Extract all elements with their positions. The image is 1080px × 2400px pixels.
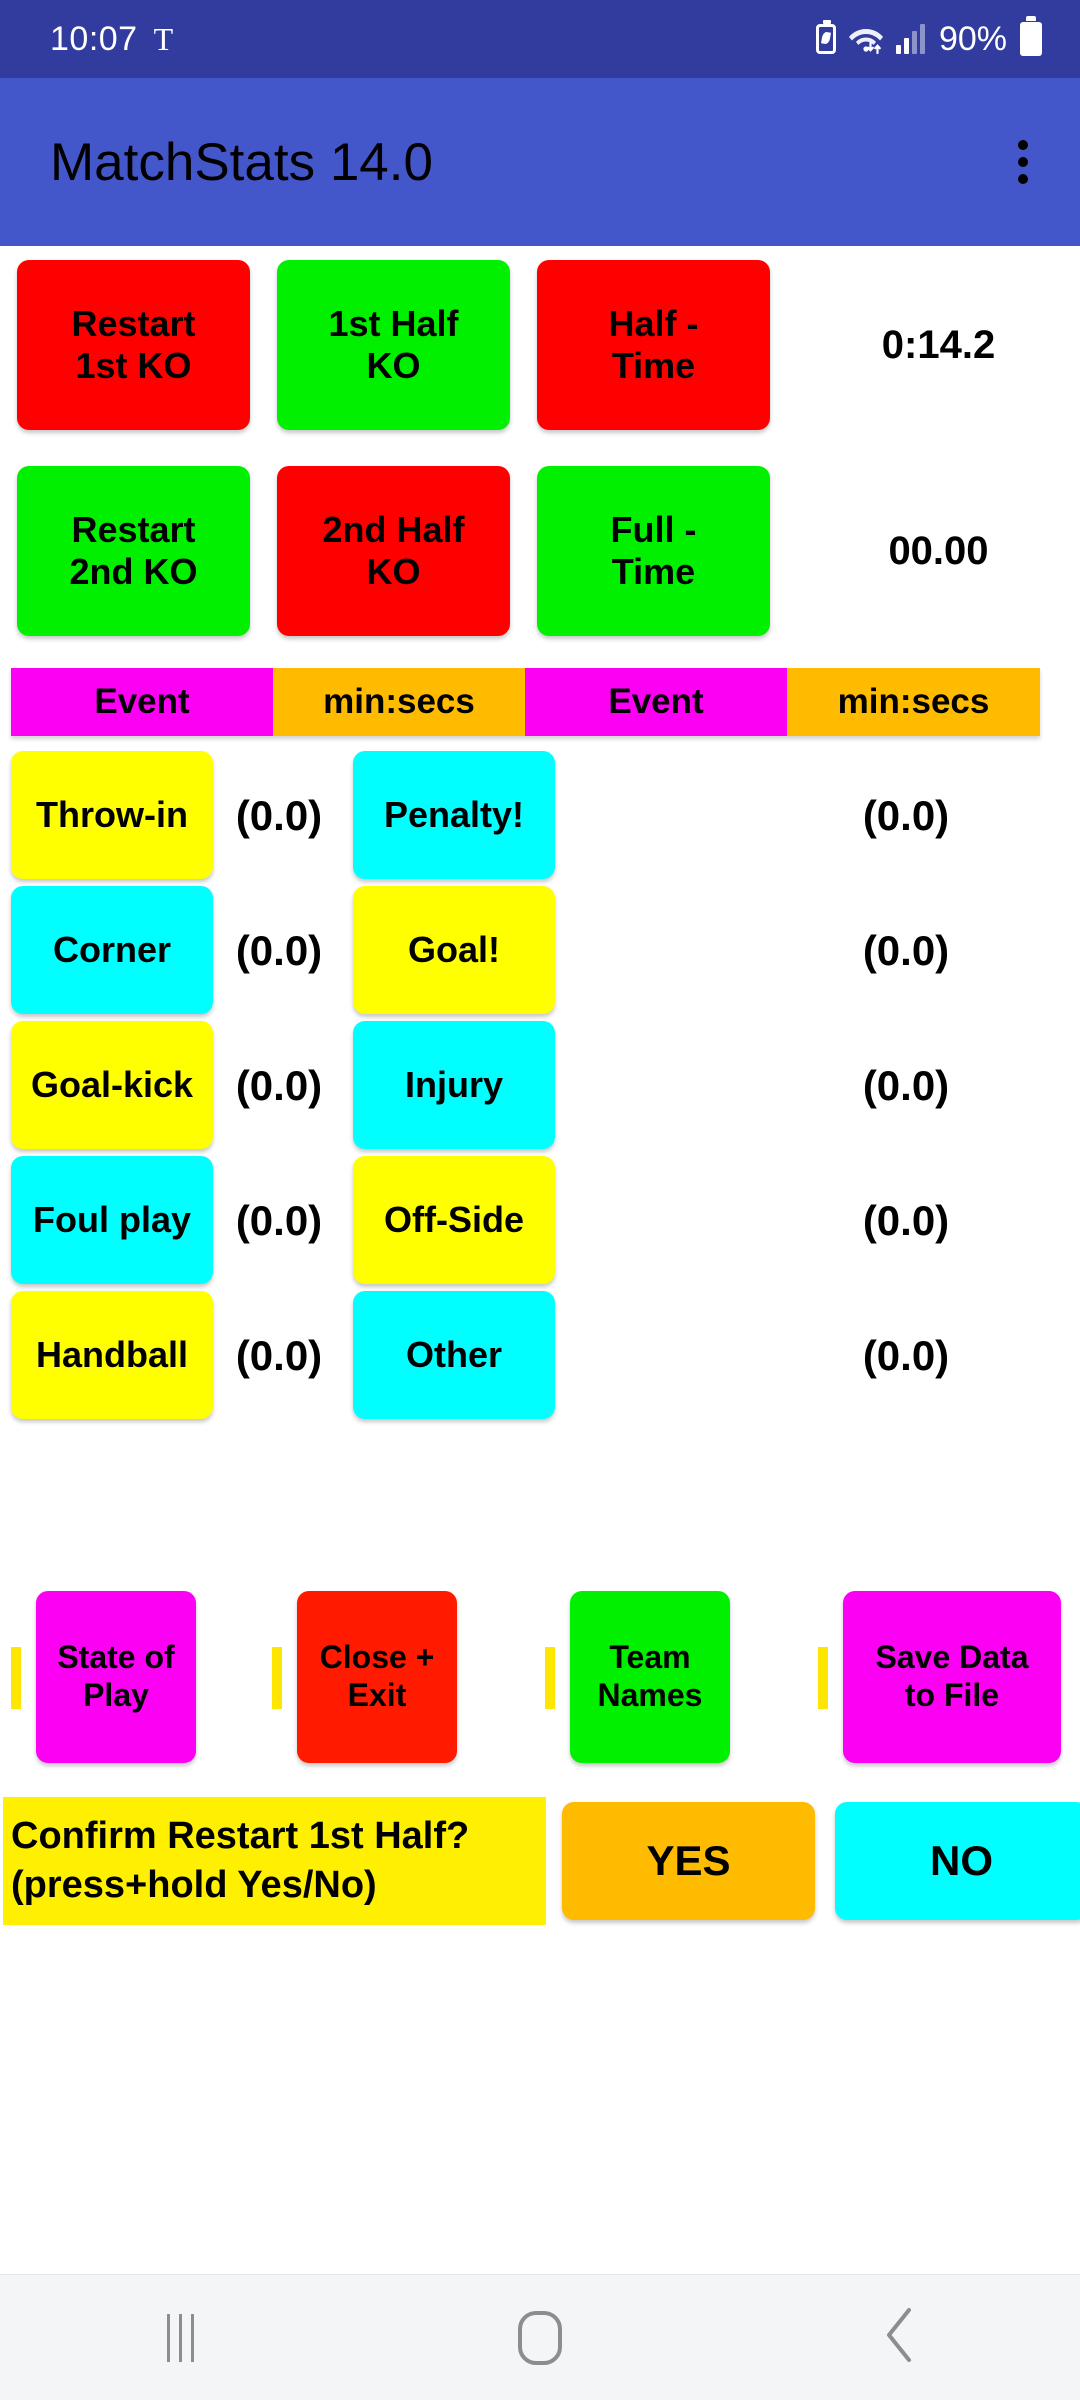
- team-names-label: Team Names: [597, 1639, 703, 1713]
- column-header-event-right: Event: [525, 668, 787, 736]
- event-label: Throw-in: [36, 793, 188, 835]
- confirm-message-line-1: Confirm Restart 1st Half?: [11, 1815, 470, 1858]
- overflow-menu-icon[interactable]: [1008, 130, 1038, 194]
- event-time-penalty: (0.0): [862, 791, 950, 839]
- state-of-play-button[interactable]: State of Play: [36, 1591, 196, 1763]
- event-label: Off-Side: [384, 1198, 524, 1240]
- page-title: MatchStats 14.0: [50, 132, 433, 192]
- action-buttons-row: State of Play Close + Exit Team Names Sa…: [0, 1591, 1080, 1763]
- table-row: Throw-in (0.0) Penalty! (0.0): [0, 748, 1080, 883]
- event-time-throw-in: (0.0): [235, 791, 323, 839]
- event-label: Foul play: [32, 1198, 191, 1240]
- column-header-time-right: min:secs: [787, 668, 1040, 736]
- nav-recents-button[interactable]: [100, 2275, 260, 2400]
- first-half-controls-row: Restart 1st KO 1st Half KO Half - Time 0…: [0, 260, 1080, 430]
- app-screen: 10:07 T 90% MatchStats 14.0 Restart 1st …: [0, 0, 1080, 2400]
- event-time-handball: (0.0): [235, 1331, 323, 1379]
- recents-icon: [166, 2313, 194, 2362]
- column-header-event-left: Event: [11, 668, 273, 736]
- close-and-exit-label: Close + Exit: [319, 1639, 435, 1713]
- home-icon: [518, 2310, 562, 2365]
- system-navigation-bar: [0, 2274, 1080, 2400]
- second-half-controls-row: Restart 2nd KO 2nd Half KO Full - Time 0…: [0, 466, 1080, 636]
- event-time-injury: (0.0): [862, 1061, 950, 1109]
- event-button-handball[interactable]: Handball: [11, 1291, 213, 1419]
- events-grid: Throw-in (0.0) Penalty! (0.0) Corner (0.…: [0, 748, 1080, 1423]
- action-strip-icon: [545, 1647, 555, 1709]
- event-label: Corner: [52, 928, 172, 970]
- main-content: Restart 1st KO 1st Half KO Half - Time 0…: [0, 246, 1080, 2274]
- close-and-exit-button[interactable]: Close + Exit: [297, 1591, 457, 1763]
- event-label: Other: [405, 1333, 502, 1375]
- event-label: Goal-kick: [30, 1063, 194, 1105]
- confirm-yes-button[interactable]: YES: [562, 1802, 815, 1920]
- table-row: Goal-kick (0.0) Injury (0.0): [0, 1018, 1080, 1153]
- first-half-ko-label: 1st Half KO: [328, 302, 459, 386]
- event-time-goal: (0.0): [862, 926, 950, 974]
- battery-saver-icon: [815, 20, 836, 54]
- nav-back-button[interactable]: [820, 2275, 980, 2400]
- status-clock: 10:07: [50, 19, 138, 58]
- events-table-header: Event min:secs Event min:secs: [11, 668, 1040, 736]
- wifi-icon: [847, 23, 885, 55]
- carrier-t-icon: T: [153, 20, 174, 57]
- event-label: Injury: [404, 1063, 503, 1105]
- column-header-time-left: min:secs: [273, 668, 525, 736]
- confirm-no-button[interactable]: NO: [835, 1802, 1080, 1920]
- event-label: Goal!: [407, 928, 500, 970]
- status-bar-right: 90%: [815, 16, 1042, 59]
- event-button-throw-in[interactable]: Throw-in: [11, 751, 213, 879]
- event-time-goal-kick: (0.0): [235, 1061, 323, 1109]
- event-button-goal-kick[interactable]: Goal-kick: [11, 1021, 213, 1149]
- confirm-message: Confirm Restart 1st Half? (press+hold Ye…: [3, 1797, 546, 1925]
- event-button-corner[interactable]: Corner: [11, 886, 213, 1014]
- first-half-ko-button[interactable]: 1st Half KO: [277, 260, 510, 430]
- half-time-label: Half - Time: [608, 302, 699, 386]
- table-row: Corner (0.0) Goal! (0.0): [0, 883, 1080, 1018]
- signal-bars-icon: [895, 24, 925, 54]
- event-time-off-side: (0.0): [862, 1196, 950, 1244]
- half-time-button[interactable]: Half - Time: [537, 260, 770, 430]
- second-half-ko-button[interactable]: 2nd Half KO: [277, 466, 510, 636]
- event-label: Penalty!: [383, 793, 525, 835]
- action-strip-icon: [818, 1647, 828, 1709]
- battery-icon: [1020, 16, 1042, 56]
- event-button-off-side[interactable]: Off-Side: [353, 1156, 555, 1284]
- status-bar-left: 10:07 T: [50, 20, 173, 59]
- event-time-corner: (0.0): [235, 926, 323, 974]
- event-button-other[interactable]: Other: [353, 1291, 555, 1419]
- team-names-button[interactable]: Team Names: [570, 1591, 730, 1763]
- table-row: Handball (0.0) Other (0.0): [0, 1288, 1080, 1423]
- event-button-foul-play[interactable]: Foul play: [11, 1156, 213, 1284]
- event-label: Handball: [35, 1333, 188, 1375]
- event-button-injury[interactable]: Injury: [353, 1021, 555, 1149]
- confirm-dialog-row: Confirm Restart 1st Half? (press+hold Ye…: [0, 1791, 1080, 1931]
- second-half-ko-label: 2nd Half KO: [322, 508, 465, 592]
- confirm-message-line-2: (press+hold Yes/No): [11, 1864, 377, 1906]
- full-time-label: Full - Time: [610, 508, 697, 592]
- app-bar: MatchStats 14.0: [0, 78, 1080, 246]
- state-of-play-label: State of Play: [57, 1639, 175, 1713]
- table-row: Foul play (0.0) Off-Side (0.0): [0, 1153, 1080, 1288]
- event-time-foul-play: (0.0): [235, 1196, 323, 1244]
- status-bar: 10:07 T 90%: [0, 0, 1080, 78]
- restart-2nd-ko-label: Restart 2nd KO: [69, 508, 198, 592]
- back-icon: [883, 2306, 917, 2369]
- battery-percent-label: 90%: [938, 19, 1007, 58]
- action-strip-icon: [272, 1647, 282, 1709]
- save-data-to-file-label: Save Data to File: [875, 1639, 1029, 1713]
- restart-2nd-ko-button[interactable]: Restart 2nd KO: [17, 466, 250, 636]
- second-half-clock: 00.00: [888, 528, 989, 573]
- event-time-other: (0.0): [862, 1331, 950, 1379]
- restart-1st-ko-button[interactable]: Restart 1st KO: [17, 260, 250, 430]
- save-data-to-file-button[interactable]: Save Data to File: [843, 1591, 1061, 1763]
- action-strip-icon: [11, 1647, 21, 1709]
- restart-1st-ko-label: Restart 1st KO: [71, 302, 196, 386]
- event-button-penalty[interactable]: Penalty!: [353, 751, 555, 879]
- nav-home-button[interactable]: [460, 2275, 620, 2400]
- first-half-clock: 0:14.2: [881, 322, 996, 367]
- full-time-button[interactable]: Full - Time: [537, 466, 770, 636]
- event-button-goal[interactable]: Goal!: [353, 886, 555, 1014]
